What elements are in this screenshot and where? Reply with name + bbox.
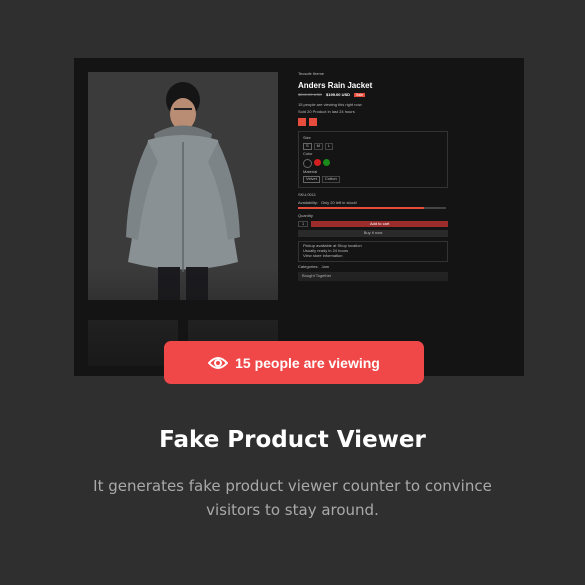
quantity-stepper[interactable]: 1	[298, 220, 309, 228]
pickup-box: Pickup available at Shop location Usuall…	[298, 241, 448, 262]
feature-description: It generates fake product viewer counter…	[93, 477, 492, 519]
color-label: Color	[303, 150, 313, 156]
material-option[interactable]: Velvet	[303, 176, 320, 184]
price-row: $249.00 USD $199.00 USD Sale	[298, 91, 448, 98]
cart-row: 1 Add to cart	[298, 220, 448, 228]
sold-note: Sold 20 Product in last 24 hours	[298, 109, 355, 115]
buy-now-button[interactable]: Buy it now	[298, 230, 448, 238]
sale-badge: Sale	[354, 93, 366, 98]
availability-bar-fill	[298, 206, 424, 209]
availability-bar	[298, 206, 446, 209]
sku: SKU:0011	[298, 192, 316, 198]
color-swatch[interactable]	[323, 158, 330, 166]
size-option[interactable]: S	[303, 142, 312, 150]
viewer-count-text: 15 people are viewing	[235, 354, 380, 371]
size-option[interactable]: M	[313, 142, 324, 150]
man-in-rain-jacket-image	[88, 72, 278, 300]
old-price: $249.00 USD	[298, 91, 323, 97]
availability-value: Only 20 left in stock!	[320, 199, 357, 205]
eye-icon	[208, 356, 229, 369]
product-title: Anders Rain Jacket	[298, 80, 373, 90]
availability-label: Availability:	[298, 199, 318, 205]
feature-title: Fake Product Viewer	[159, 427, 426, 453]
store-info-link[interactable]: View store information	[303, 253, 443, 259]
availability-row: Availability: Only 20 left in stock!	[298, 199, 448, 206]
color-swatches	[303, 158, 443, 168]
add-to-cart-button[interactable]: Add to cart	[311, 220, 448, 228]
viewer-count-badge: 15 people are viewing	[164, 341, 424, 384]
color-swatch[interactable]	[314, 158, 321, 166]
size-option[interactable]: L	[325, 142, 334, 150]
quantity-label: Quantity	[298, 212, 313, 218]
size-options: S M L	[303, 142, 443, 150]
product-page-preview: Tecsofe theme Anders Rain Jacket $249.00…	[74, 58, 524, 376]
color-swatch[interactable]	[303, 158, 312, 168]
variant-box: Size S M L Color Material Velvet Cotton	[298, 131, 448, 189]
product-details: Tecsofe theme Anders Rain Jacket $249.00…	[298, 71, 448, 282]
material-option[interactable]: Cotton	[321, 176, 340, 184]
size-label: Size	[303, 135, 311, 141]
viewing-note: 15 people are viewing this right now	[298, 101, 362, 107]
wishlist-icon[interactable]	[298, 118, 306, 127]
material-label: Material	[303, 168, 318, 174]
new-price: $199.00 USD	[326, 91, 351, 97]
material-options: Velvet Cotton	[303, 176, 443, 184]
compare-icon[interactable]	[309, 118, 317, 127]
product-photo	[88, 72, 278, 300]
breadcrumb[interactable]: Tecsofe theme	[298, 71, 448, 77]
action-icons	[298, 118, 448, 127]
